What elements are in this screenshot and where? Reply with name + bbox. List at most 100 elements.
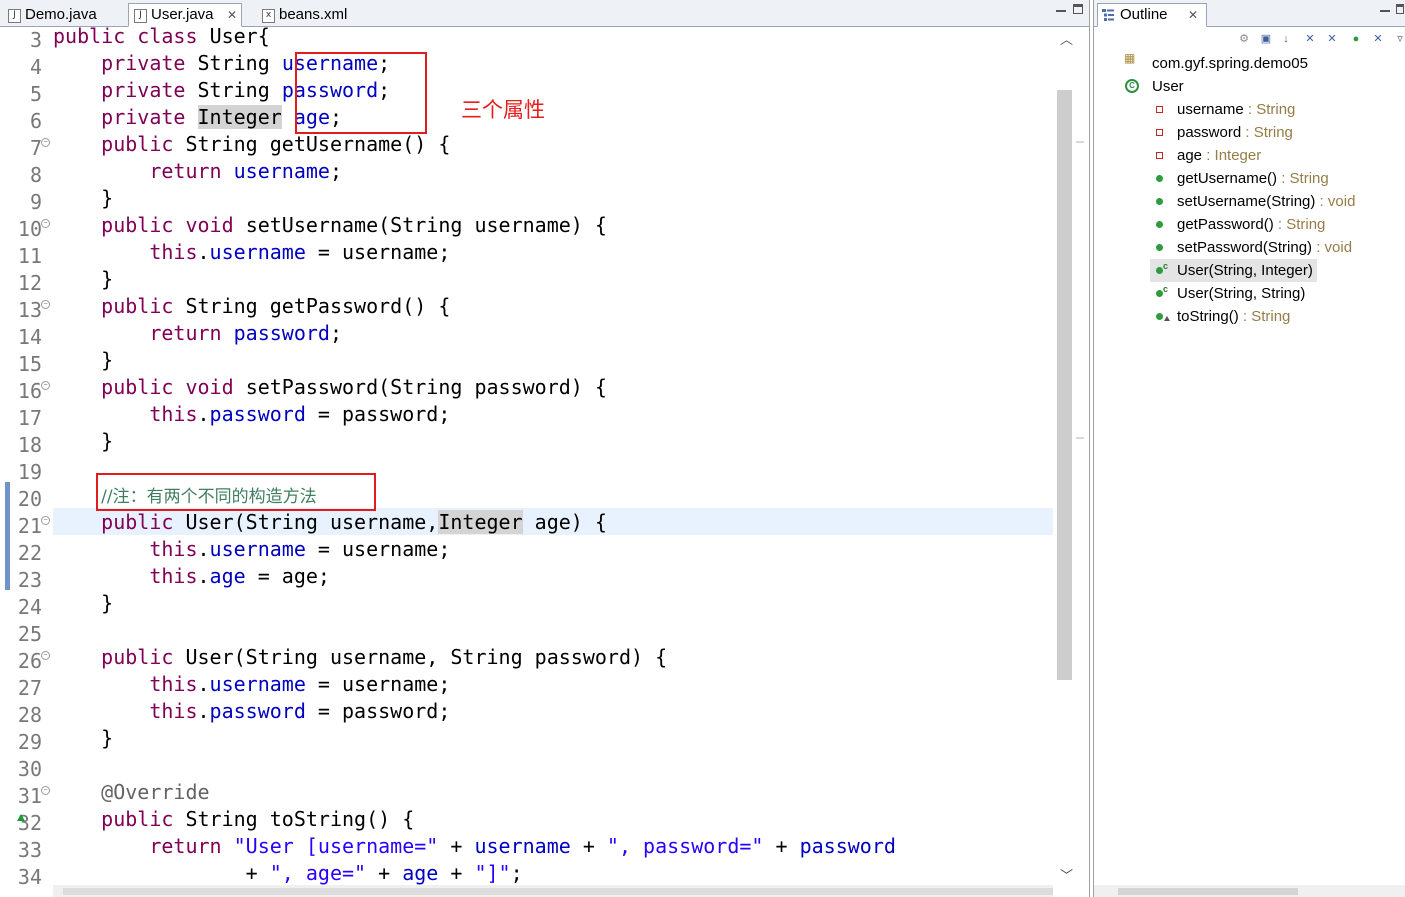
tab-beans-xml[interactable]: x beans.xml — [256, 3, 376, 25]
change-ruler — [0, 27, 14, 897]
link-icon[interactable]: ▣ — [1260, 33, 1272, 45]
view-menu-icon[interactable]: ▿ — [1394, 33, 1405, 45]
line-number: 18 — [17, 433, 42, 457]
code-line-24: } — [101, 591, 114, 615]
tab-outline[interactable]: Outline ✕ — [1097, 3, 1207, 27]
tab-demo-java[interactable]: J Demo.java — [2, 3, 124, 25]
tab-user-java[interactable]: J User.java ✕ — [128, 3, 242, 27]
java-file-icon: J — [134, 9, 147, 23]
code-line-32: public String toString() { — [101, 807, 415, 831]
public-method-icon — [1156, 244, 1163, 251]
line-number: 6 — [29, 109, 42, 133]
minimize-icon[interactable] — [1380, 4, 1390, 12]
code-line-23: this.age = age; — [149, 564, 330, 588]
scrollbar-thumb[interactable] — [1118, 888, 1298, 895]
close-icon[interactable]: ✕ — [227, 4, 237, 26]
code-editor[interactable]: J Demo.java J User.java ✕ x beans.xml 3 … — [0, 0, 1090, 897]
line-number: 22 — [17, 541, 42, 565]
outline-tab-bar: Outline ✕ — [1094, 0, 1405, 27]
code-line-15: } — [101, 348, 114, 372]
xml-file-icon: x — [262, 9, 275, 23]
fold-toggle-icon[interactable]: − — [41, 219, 50, 228]
public-method-icon — [1156, 221, 1163, 228]
hide-fields-icon[interactable]: ✕ — [1304, 33, 1316, 45]
outline-view[interactable]: Outline ✕ ⚙ ▣ ↓ ✕ ✕ ● ✕ ▿ ▦ com.gyf.spri… — [1093, 0, 1405, 897]
code-line-26: public User(String username, String pass… — [101, 645, 668, 669]
fold-toggle-icon[interactable]: − — [41, 138, 50, 147]
line-number-gutter: 3 4 5 6 7 8 9 10 11 12 13 14 15 16 17 18… — [14, 27, 52, 897]
line-number: 21 — [17, 514, 42, 538]
annotation-label: 三个属性 — [461, 98, 545, 122]
vertical-scrollbar[interactable]: ︿ ﹀ — [1054, 27, 1088, 897]
scrollbar-thumb[interactable] — [1057, 90, 1072, 680]
private-field-icon — [1156, 152, 1163, 159]
private-field-icon — [1156, 106, 1163, 113]
fold-toggle-icon[interactable]: − — [41, 786, 50, 795]
outline-member[interactable]: getUsername() : String — [1156, 167, 1329, 190]
public-method-icon — [1156, 198, 1163, 205]
horizontal-scrollbar[interactable] — [53, 885, 1053, 897]
code-line-31: @Override — [101, 780, 210, 804]
code-area[interactable]: public class User{ private String userna… — [53, 27, 1053, 897]
code-line-29: } — [101, 726, 114, 750]
package-icon: ▦ — [1124, 51, 1136, 65]
annotation-box-fields — [295, 52, 427, 134]
code-line-11: this.username = username; — [149, 240, 451, 264]
private-field-icon — [1156, 129, 1163, 136]
line-number: 24 — [17, 595, 42, 619]
code-line-27: this.username = username; — [149, 672, 451, 696]
code-line-14: return password; — [149, 321, 342, 345]
horizontal-scrollbar[interactable] — [1094, 885, 1405, 897]
code-line-21: public User(String username,Integer age)… — [101, 510, 607, 534]
line-number: 23 — [17, 568, 42, 592]
annotation-box-comment — [96, 473, 376, 511]
overview-ruler-mark[interactable] — [1076, 437, 1084, 439]
maximize-icon[interactable] — [1073, 4, 1083, 14]
outline-member[interactable]: age : Integer — [1156, 144, 1261, 167]
line-number: 17 — [17, 406, 42, 430]
code-line-8: return username; — [149, 159, 342, 183]
outline-member[interactable]: setPassword(String) : void — [1156, 236, 1352, 259]
close-icon[interactable]: ✕ — [1188, 4, 1198, 26]
outline-member[interactable]: password : String — [1156, 121, 1293, 144]
code-line-28: this.password = password; — [149, 699, 451, 723]
minimize-icon[interactable] — [1056, 4, 1066, 12]
code-line-3: public class User{ — [53, 27, 270, 48]
sort-icon[interactable]: ↓ — [1280, 33, 1292, 45]
line-number: 25 — [17, 622, 42, 646]
fold-toggle-icon[interactable]: − — [41, 381, 50, 390]
hide-static-icon[interactable]: ✕ — [1326, 33, 1338, 45]
outline-member[interactable]: c User(String, String) — [1156, 282, 1305, 305]
collapse-all-icon[interactable]: ⚙ — [1238, 33, 1250, 45]
scrollbar-thumb[interactable] — [63, 888, 1053, 895]
fold-toggle-icon[interactable]: − — [41, 300, 50, 309]
line-number: 16 — [17, 379, 42, 403]
line-number: 14 — [17, 325, 42, 349]
line-number: 7 — [29, 136, 42, 160]
override-marker-icon — [17, 814, 25, 821]
fold-toggle-icon[interactable]: − — [41, 651, 50, 660]
line-number: 31 — [17, 784, 42, 808]
constructor-icon — [1156, 290, 1163, 297]
overview-ruler-mark[interactable] — [1076, 141, 1084, 143]
hide-local-types-icon[interactable]: ✕ — [1372, 33, 1384, 45]
public-method-icon — [1156, 175, 1163, 182]
scroll-up-icon[interactable]: ︿ — [1060, 29, 1073, 48]
maximize-icon[interactable] — [1396, 4, 1404, 14]
line-number: 28 — [17, 703, 42, 727]
outline-member[interactable]: getPassword() : String — [1156, 213, 1325, 236]
outline-package[interactable]: ▦ com.gyf.spring.demo05 — [1124, 52, 1308, 75]
code-line-9: } — [101, 186, 114, 210]
outline-member[interactable]: toString() : String — [1156, 305, 1290, 328]
fold-toggle-icon[interactable]: − — [41, 516, 50, 525]
line-number: 26 — [17, 649, 42, 673]
outline-class[interactable]: C User — [1124, 75, 1184, 98]
outline-member-selected[interactable]: c User(String, Integer) — [1150, 259, 1317, 282]
outline-member[interactable]: setUsername(String) : void — [1156, 190, 1355, 213]
hide-nonpublic-icon[interactable]: ● — [1350, 33, 1362, 45]
code-line-10: public void setUsername(String username)… — [101, 213, 607, 237]
outline-member[interactable]: username : String — [1156, 98, 1295, 121]
scroll-down-icon[interactable]: ﹀ — [1060, 865, 1073, 884]
line-number: 15 — [17, 352, 42, 376]
line-number: 13 — [17, 298, 42, 322]
